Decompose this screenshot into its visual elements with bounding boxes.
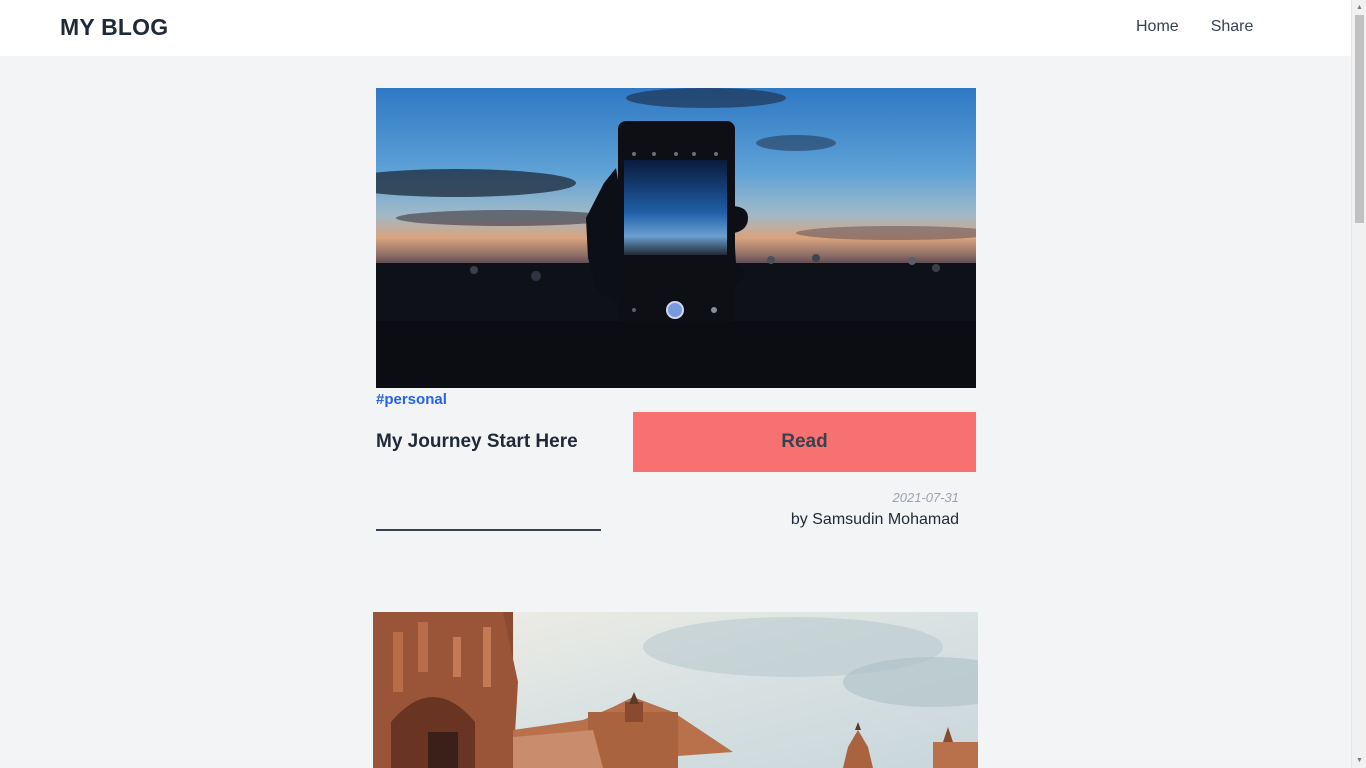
post-cover-image-2 — [373, 612, 978, 768]
top-navbar: MY BLOG Home Share — [0, 0, 1351, 56]
scrollbar-thumb[interactable] — [1355, 15, 1364, 223]
post-title[interactable]: My Journey Start Here — [376, 431, 578, 453]
post-cover-image — [376, 88, 976, 388]
scroll-down-arrow-icon[interactable]: ▼ — [1352, 753, 1366, 768]
nav-home-link[interactable]: Home — [1136, 18, 1179, 36]
post-date: 2021-07-31 — [892, 490, 960, 505]
nav-share-link[interactable]: Share — [1211, 18, 1254, 36]
palace-building-photo — [373, 612, 978, 768]
site-logo[interactable]: MY BLOG — [60, 14, 168, 41]
read-button[interactable]: Read — [633, 412, 976, 472]
post-tag-link[interactable]: #personal — [376, 391, 447, 408]
post-divider — [376, 529, 601, 531]
post-author: by Samsudin Mohamad — [790, 511, 959, 528]
page-scrollbar[interactable]: ▲ ▼ — [1351, 0, 1366, 768]
scroll-up-arrow-icon[interactable]: ▲ — [1352, 0, 1366, 15]
main-nav: Home Share — [1136, 18, 1253, 36]
phone-sunset-photo — [376, 88, 976, 388]
